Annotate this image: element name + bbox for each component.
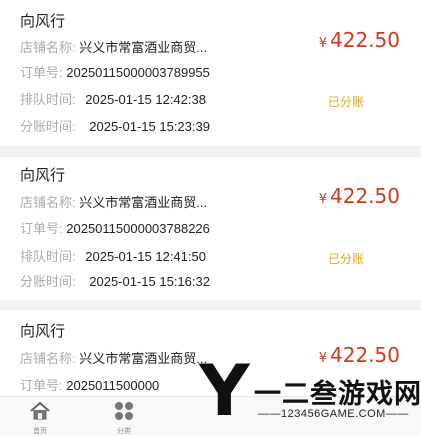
order-value: 20250115000003789955 — [66, 65, 210, 80]
amount: ¥422.50 — [319, 184, 400, 208]
record-card[interactable]: 向风行 ¥422.50 店铺名称: 兴义市常富酒业商贸... 订单号: 2025… — [0, 157, 421, 300]
record-title: 向风行 — [20, 13, 66, 30]
shop-row: 店铺名称: 兴义市常富酒业商贸... — [20, 192, 207, 211]
queue-time-row: 排队时间: 2025-01-15 12:41:50 — [20, 246, 206, 265]
queue-time-label: 排队时间: — [20, 249, 76, 264]
split-time-row: 分账时间: 2025-01-15 15:23:39 — [20, 116, 210, 135]
shop-value: 兴义市常富酒业商贸... — [79, 351, 208, 366]
amount-value: 422.50 — [330, 28, 400, 52]
record-title: 向风行 — [20, 167, 66, 184]
queue-time-row: 排队时间: 2025-01-15 12:42:38 — [20, 89, 206, 108]
shop-value: 兴义市常富酒业商贸... — [79, 195, 208, 210]
split-time-value: 2025-01-15 15:23:39 — [89, 119, 210, 134]
nav-category[interactable]: 分类 — [106, 401, 142, 436]
watermark-title: 一二叁游戏网 — [254, 379, 421, 409]
queue-time-value: 2025-01-15 12:42:38 — [85, 92, 206, 107]
nav-home[interactable]: 首页 — [22, 401, 58, 436]
order-row: 订单号: 20250115000003788226 — [20, 218, 210, 237]
amount-value: 422.50 — [330, 184, 400, 208]
shop-value: 兴义市常富酒业商贸... — [79, 40, 208, 55]
split-time-label: 分账时间: — [20, 274, 76, 289]
currency-symbol: ¥ — [318, 192, 328, 207]
order-label: 订单号: — [20, 65, 63, 80]
site-watermark: Y 一二叁游戏网 ——123456GAME.COM—— — [196, 356, 421, 435]
status-badge: 已分账 — [328, 252, 365, 266]
split-time-label: 分账时间: — [20, 119, 76, 134]
order-row: 订单号: 2025011500000 — [20, 375, 159, 394]
shop-label: 店铺名称: — [20, 40, 76, 55]
status-badge: 已分账 — [328, 95, 365, 109]
record-title: 向风行 — [20, 323, 66, 340]
order-value: 20250115000003788226 — [66, 221, 210, 236]
split-time-row: 分账时间: 2025-01-15 15:16:32 — [20, 271, 210, 290]
split-time-value: 2025-01-15 15:16:32 — [89, 274, 210, 289]
currency-symbol: ¥ — [318, 36, 328, 51]
shop-row: 店铺名称: 兴义市常富酒业商贸... — [20, 348, 207, 367]
shop-label: 店铺名称: — [20, 351, 76, 366]
amount: ¥422.50 — [319, 28, 400, 52]
order-label: 订单号: — [20, 378, 63, 393]
queue-time-value: 2025-01-15 12:41:50 — [85, 249, 206, 264]
order-label: 订单号: — [20, 221, 63, 236]
home-icon — [30, 401, 50, 420]
shop-label: 店铺名称: — [20, 195, 76, 210]
order-value: 2025011500000 — [66, 378, 160, 393]
watermark-site: ——123456GAME.COM—— — [258, 408, 409, 420]
queue-time-label: 排队时间: — [20, 92, 76, 107]
record-card[interactable]: 向风行 ¥422.50 店铺名称: 兴义市常富酒业商贸... 订单号: 2025… — [0, 0, 421, 146]
category-icon — [115, 402, 133, 420]
watermark-letter: Y — [199, 350, 250, 432]
order-row: 订单号: 20250115000003789955 — [20, 62, 210, 81]
shop-row: 店铺名称: 兴义市常富酒业商贸... — [20, 37, 207, 56]
